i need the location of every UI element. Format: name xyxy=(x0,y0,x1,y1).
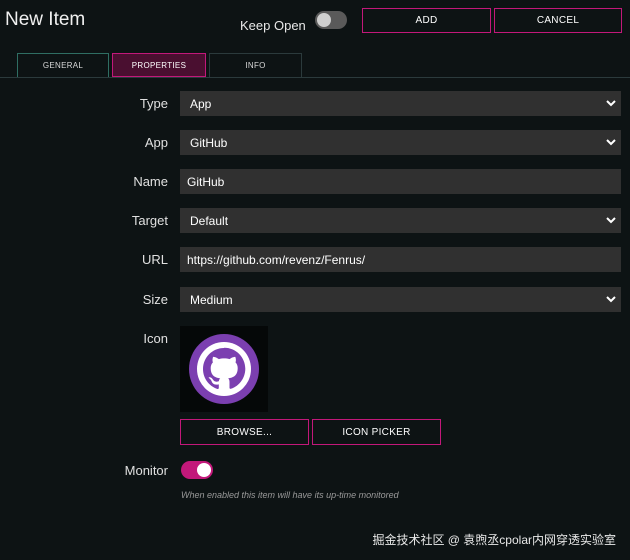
app-value: GitHub xyxy=(190,135,228,150)
tab-info[interactable]: INFO xyxy=(209,53,302,77)
watermark: 掘金技术社区 @ 袁煦丞cpolar内网穿透实验室 xyxy=(372,533,616,547)
keep-open-label: Keep Open xyxy=(240,18,306,33)
name-label: Name xyxy=(133,174,168,189)
name-input[interactable]: GitHub xyxy=(180,169,621,194)
icon-label: Icon xyxy=(143,331,168,346)
page-title: New Item xyxy=(5,9,86,30)
icon-preview xyxy=(180,326,268,412)
target-value: Default xyxy=(190,213,229,228)
icon-picker-button[interactable]: ICON PICKER xyxy=(312,419,441,445)
keep-open-toggle[interactable] xyxy=(315,11,347,29)
url-input[interactable]: https://github.com/revenz/Fenrus/ xyxy=(180,247,621,272)
add-button[interactable]: ADD xyxy=(362,8,491,33)
browse-button[interactable]: BROWSE... xyxy=(180,419,309,445)
app-select[interactable]: GitHub xyxy=(180,130,621,155)
target-label: Target xyxy=(131,213,168,228)
name-value: GitHub xyxy=(187,174,225,189)
toggle-knob xyxy=(197,463,211,477)
size-value: Medium xyxy=(190,292,233,307)
github-icon xyxy=(189,334,259,404)
chevron-down-icon xyxy=(606,100,616,107)
size-select[interactable]: Medium xyxy=(180,287,621,312)
type-select[interactable]: App xyxy=(180,91,621,116)
monitor-toggle[interactable] xyxy=(181,461,213,479)
chevron-down-icon xyxy=(606,217,616,224)
monitor-label: Monitor xyxy=(124,463,168,478)
tab-properties[interactable]: PROPERTIES xyxy=(112,53,206,78)
url-value: https://github.com/revenz/Fenrus/ xyxy=(187,252,366,267)
monitor-help-text: When enabled this item will have its up-… xyxy=(181,490,399,500)
tab-general[interactable]: GENERAL xyxy=(17,53,109,77)
cancel-button[interactable]: CANCEL xyxy=(494,8,622,33)
type-value: App xyxy=(190,96,212,111)
tabs-divider xyxy=(0,77,630,78)
size-label: Size xyxy=(142,292,168,307)
chevron-down-icon xyxy=(606,139,616,146)
url-label: URL xyxy=(141,252,168,267)
target-select[interactable]: Default xyxy=(180,208,621,233)
app-label: App xyxy=(144,135,168,150)
chevron-down-icon xyxy=(606,296,616,303)
type-label: Type xyxy=(139,96,168,111)
toggle-knob xyxy=(317,13,331,27)
